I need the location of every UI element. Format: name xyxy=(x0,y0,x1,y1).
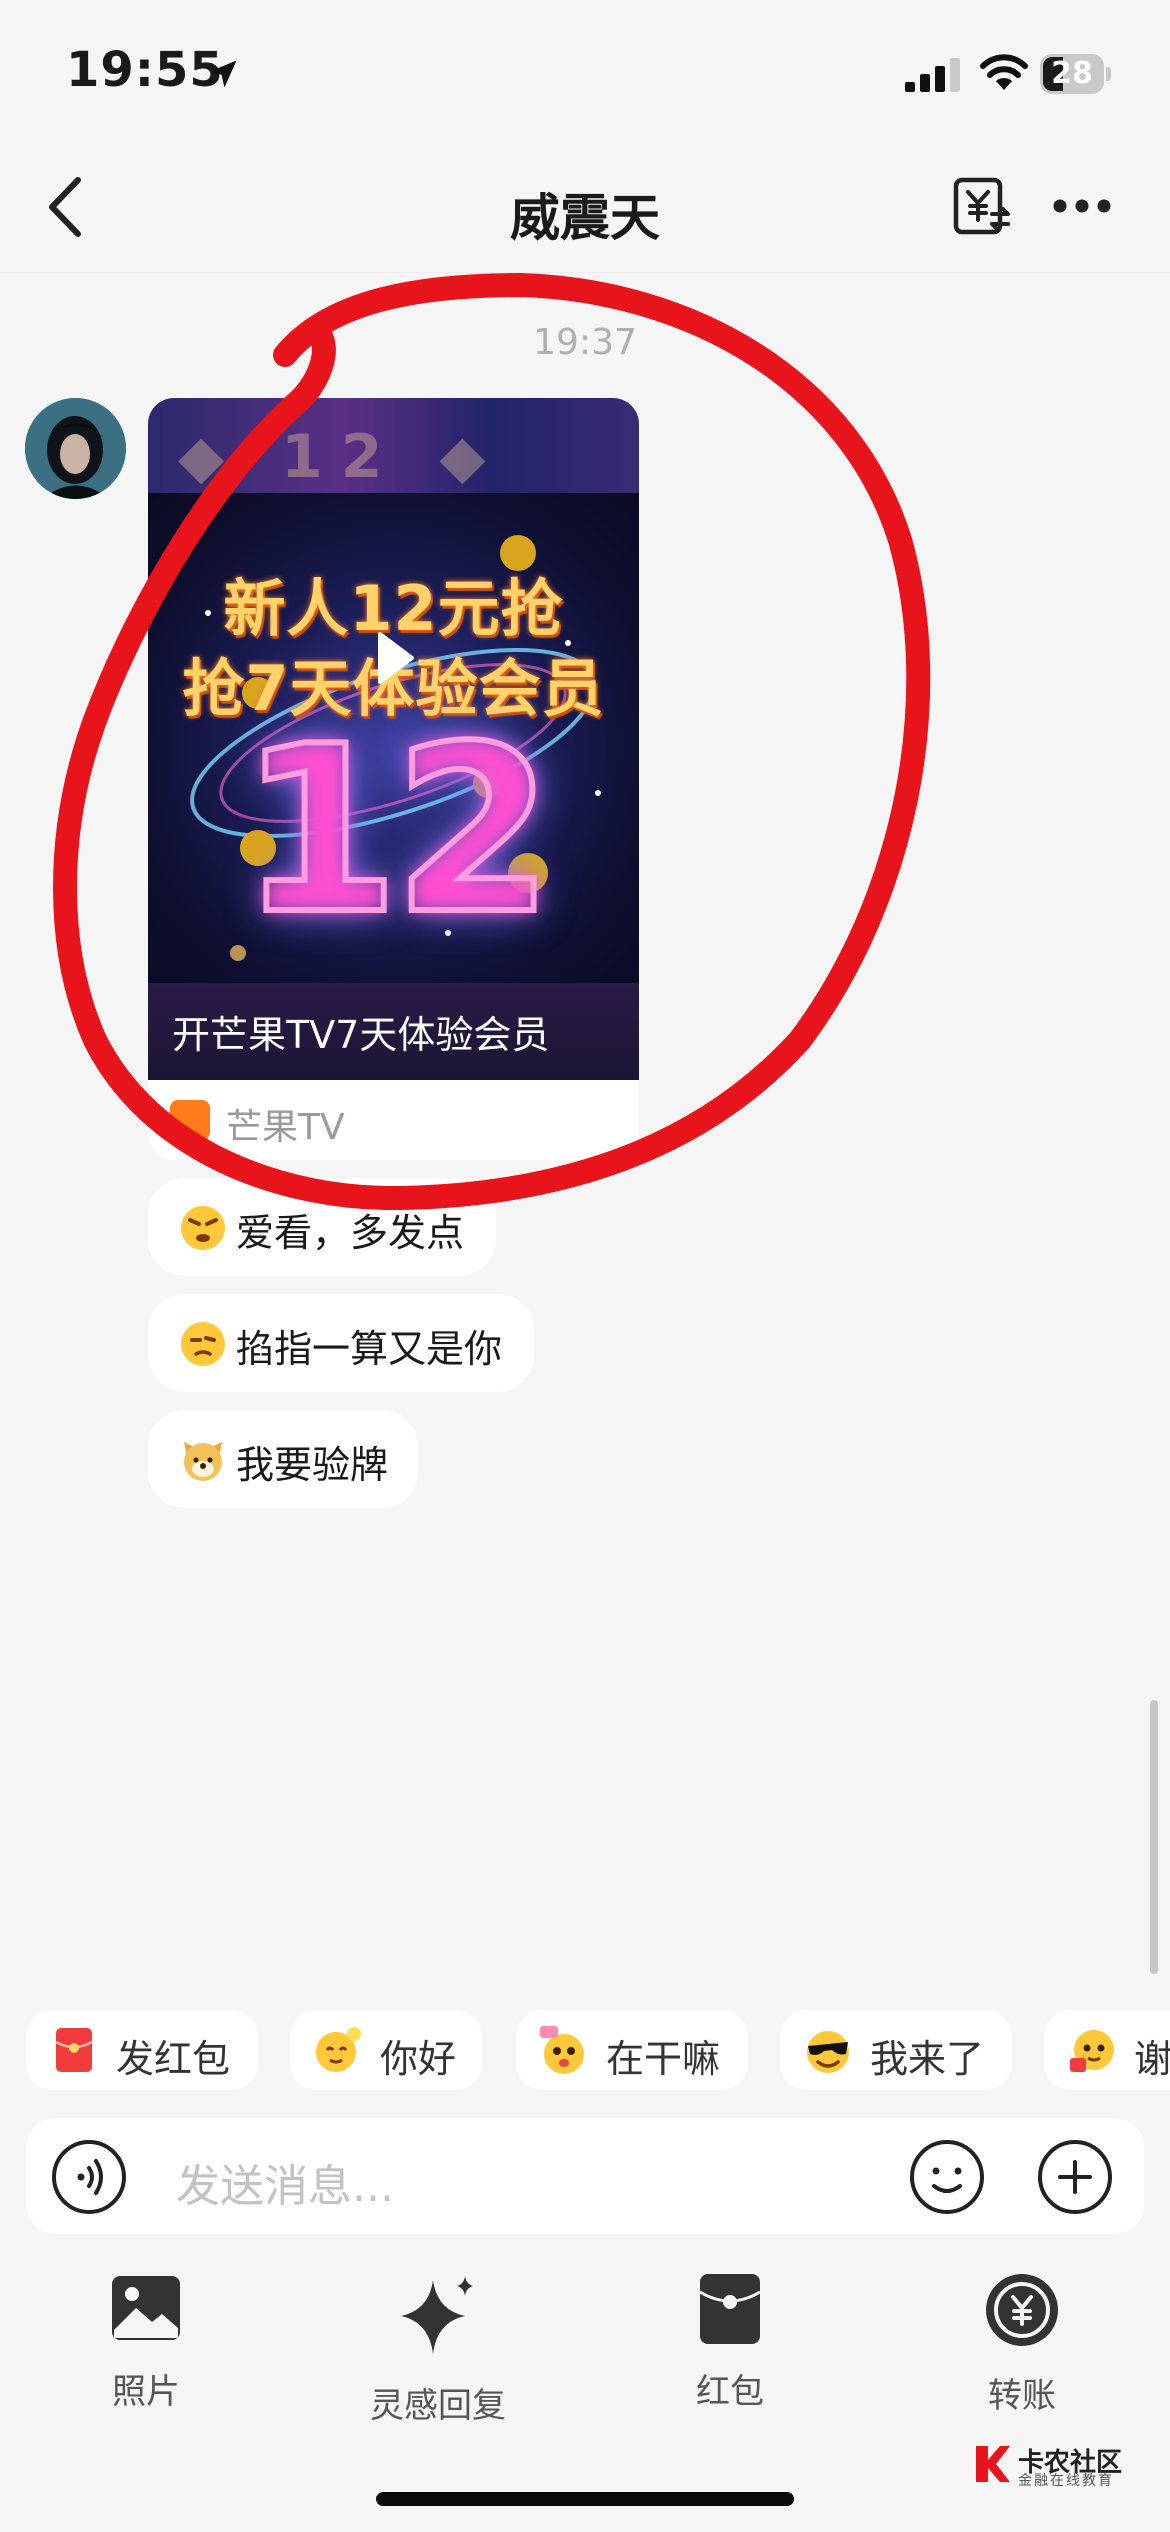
video-thumbnail[interactable]: ◆ 12 ◆ 新人12元抢 抢7天体验会员 12 开芒果TV7天体验会员 xyxy=(148,398,639,1080)
watermark-logo-icon xyxy=(976,2446,1010,2482)
wave-emoji-icon xyxy=(316,2027,361,2072)
card-source: 芒果TV xyxy=(148,1080,639,1160)
red-packet-icon xyxy=(699,2274,761,2344)
image-icon xyxy=(112,2276,180,2340)
location-arrow-icon xyxy=(209,60,237,88)
quick-reply-hello[interactable]: 你好 xyxy=(290,2010,482,2090)
home-indicator[interactable] xyxy=(376,2492,794,2506)
toolbar-label: 灵感回复 xyxy=(370,2386,506,2426)
angry-emoji-icon xyxy=(181,1206,225,1250)
emoji-icon[interactable] xyxy=(908,2138,986,2216)
chat-scrollbar[interactable] xyxy=(1150,1700,1158,1974)
source-name: 芒果TV xyxy=(226,1107,345,1148)
curious-emoji-icon xyxy=(540,2026,584,2074)
thinking-emoji-icon xyxy=(181,1322,225,1366)
avatar[interactable] xyxy=(25,398,126,499)
toolbar-label: 照片 xyxy=(112,2372,180,2412)
message-timestamp: 19:37 xyxy=(533,322,637,363)
thumbnail-blur-text: ◆ 12 ◆ xyxy=(178,422,504,492)
quick-reply-im-here[interactable]: 我来了 xyxy=(780,2010,1012,2090)
toolbar-inspire-reply[interactable]: 灵感回复 xyxy=(348,2270,528,2427)
quick-reply-label: 发红包 xyxy=(116,2037,231,2081)
toolbar-label: 红包 xyxy=(696,2372,764,2412)
sparkle-icon xyxy=(401,2276,473,2354)
yuan-transfer-icon[interactable] xyxy=(952,176,1014,238)
thanks-emoji-icon xyxy=(1070,2030,1114,2072)
battery-indicator: 28 xyxy=(1040,54,1111,94)
watermark-slogan: 金融在线教育 xyxy=(1018,2473,1114,2489)
message-bubble[interactable]: 我要验牌 xyxy=(148,1410,418,1508)
quick-reply-label: 在干嘛 xyxy=(606,2037,721,2081)
cool-emoji-icon xyxy=(807,2031,849,2073)
quick-reply-what-doing[interactable]: 在干嘛 xyxy=(516,2010,748,2090)
video-caption: 开芒果TV7天体验会员 xyxy=(172,1013,550,1057)
toolbar-red-packet[interactable]: 红包 xyxy=(640,2270,820,2413)
play-icon[interactable] xyxy=(376,630,416,686)
status-time: 19:55 xyxy=(66,42,224,98)
quick-reply-label: 谢 xyxy=(1134,2037,1170,2081)
plus-icon[interactable] xyxy=(1036,2138,1114,2216)
dog-emoji-icon xyxy=(184,1442,222,1481)
red-packet-icon xyxy=(55,2028,93,2072)
message-input[interactable]: 发送消息... xyxy=(176,2150,394,2214)
toolbar-photo[interactable]: 照片 xyxy=(56,2270,236,2413)
message-text: 掐指一算又是你 xyxy=(236,1327,503,1371)
battery-level: 28 xyxy=(1051,56,1093,91)
message-bubble[interactable]: 爱看，多发点 xyxy=(148,1178,496,1276)
message-text: 爱看，多发点 xyxy=(236,1211,465,1255)
message-bubble[interactable]: 掐指一算又是你 xyxy=(148,1294,534,1392)
message-text: 我要验牌 xyxy=(236,1443,389,1487)
more-icon[interactable] xyxy=(1052,198,1112,214)
quick-reply-thanks[interactable]: 谢 xyxy=(1044,2010,1170,2090)
toolbar-label: 转账 xyxy=(988,2376,1056,2416)
video-card[interactable]: ◆ 12 ◆ 新人12元抢 抢7天体验会员 12 开芒果TV7天体验会员 芒果T… xyxy=(148,398,639,1160)
signal-icon xyxy=(905,58,960,92)
transfer-icon xyxy=(986,2274,1058,2346)
mango-tv-logo-icon xyxy=(170,1100,210,1140)
quick-reply-label: 我来了 xyxy=(870,2037,985,2081)
voice-icon[interactable] xyxy=(50,2138,128,2216)
toolbar-transfer[interactable]: 转账 xyxy=(932,2270,1112,2417)
header-divider xyxy=(0,272,1170,273)
message-input-bar: 发送消息... xyxy=(26,2118,1144,2234)
promo-big-number: 12 xyxy=(236,695,556,968)
quick-reply-label: 你好 xyxy=(380,2037,457,2081)
wifi-icon xyxy=(980,54,1028,90)
quick-reply-red-packet[interactable]: 发红包 xyxy=(26,2010,258,2090)
